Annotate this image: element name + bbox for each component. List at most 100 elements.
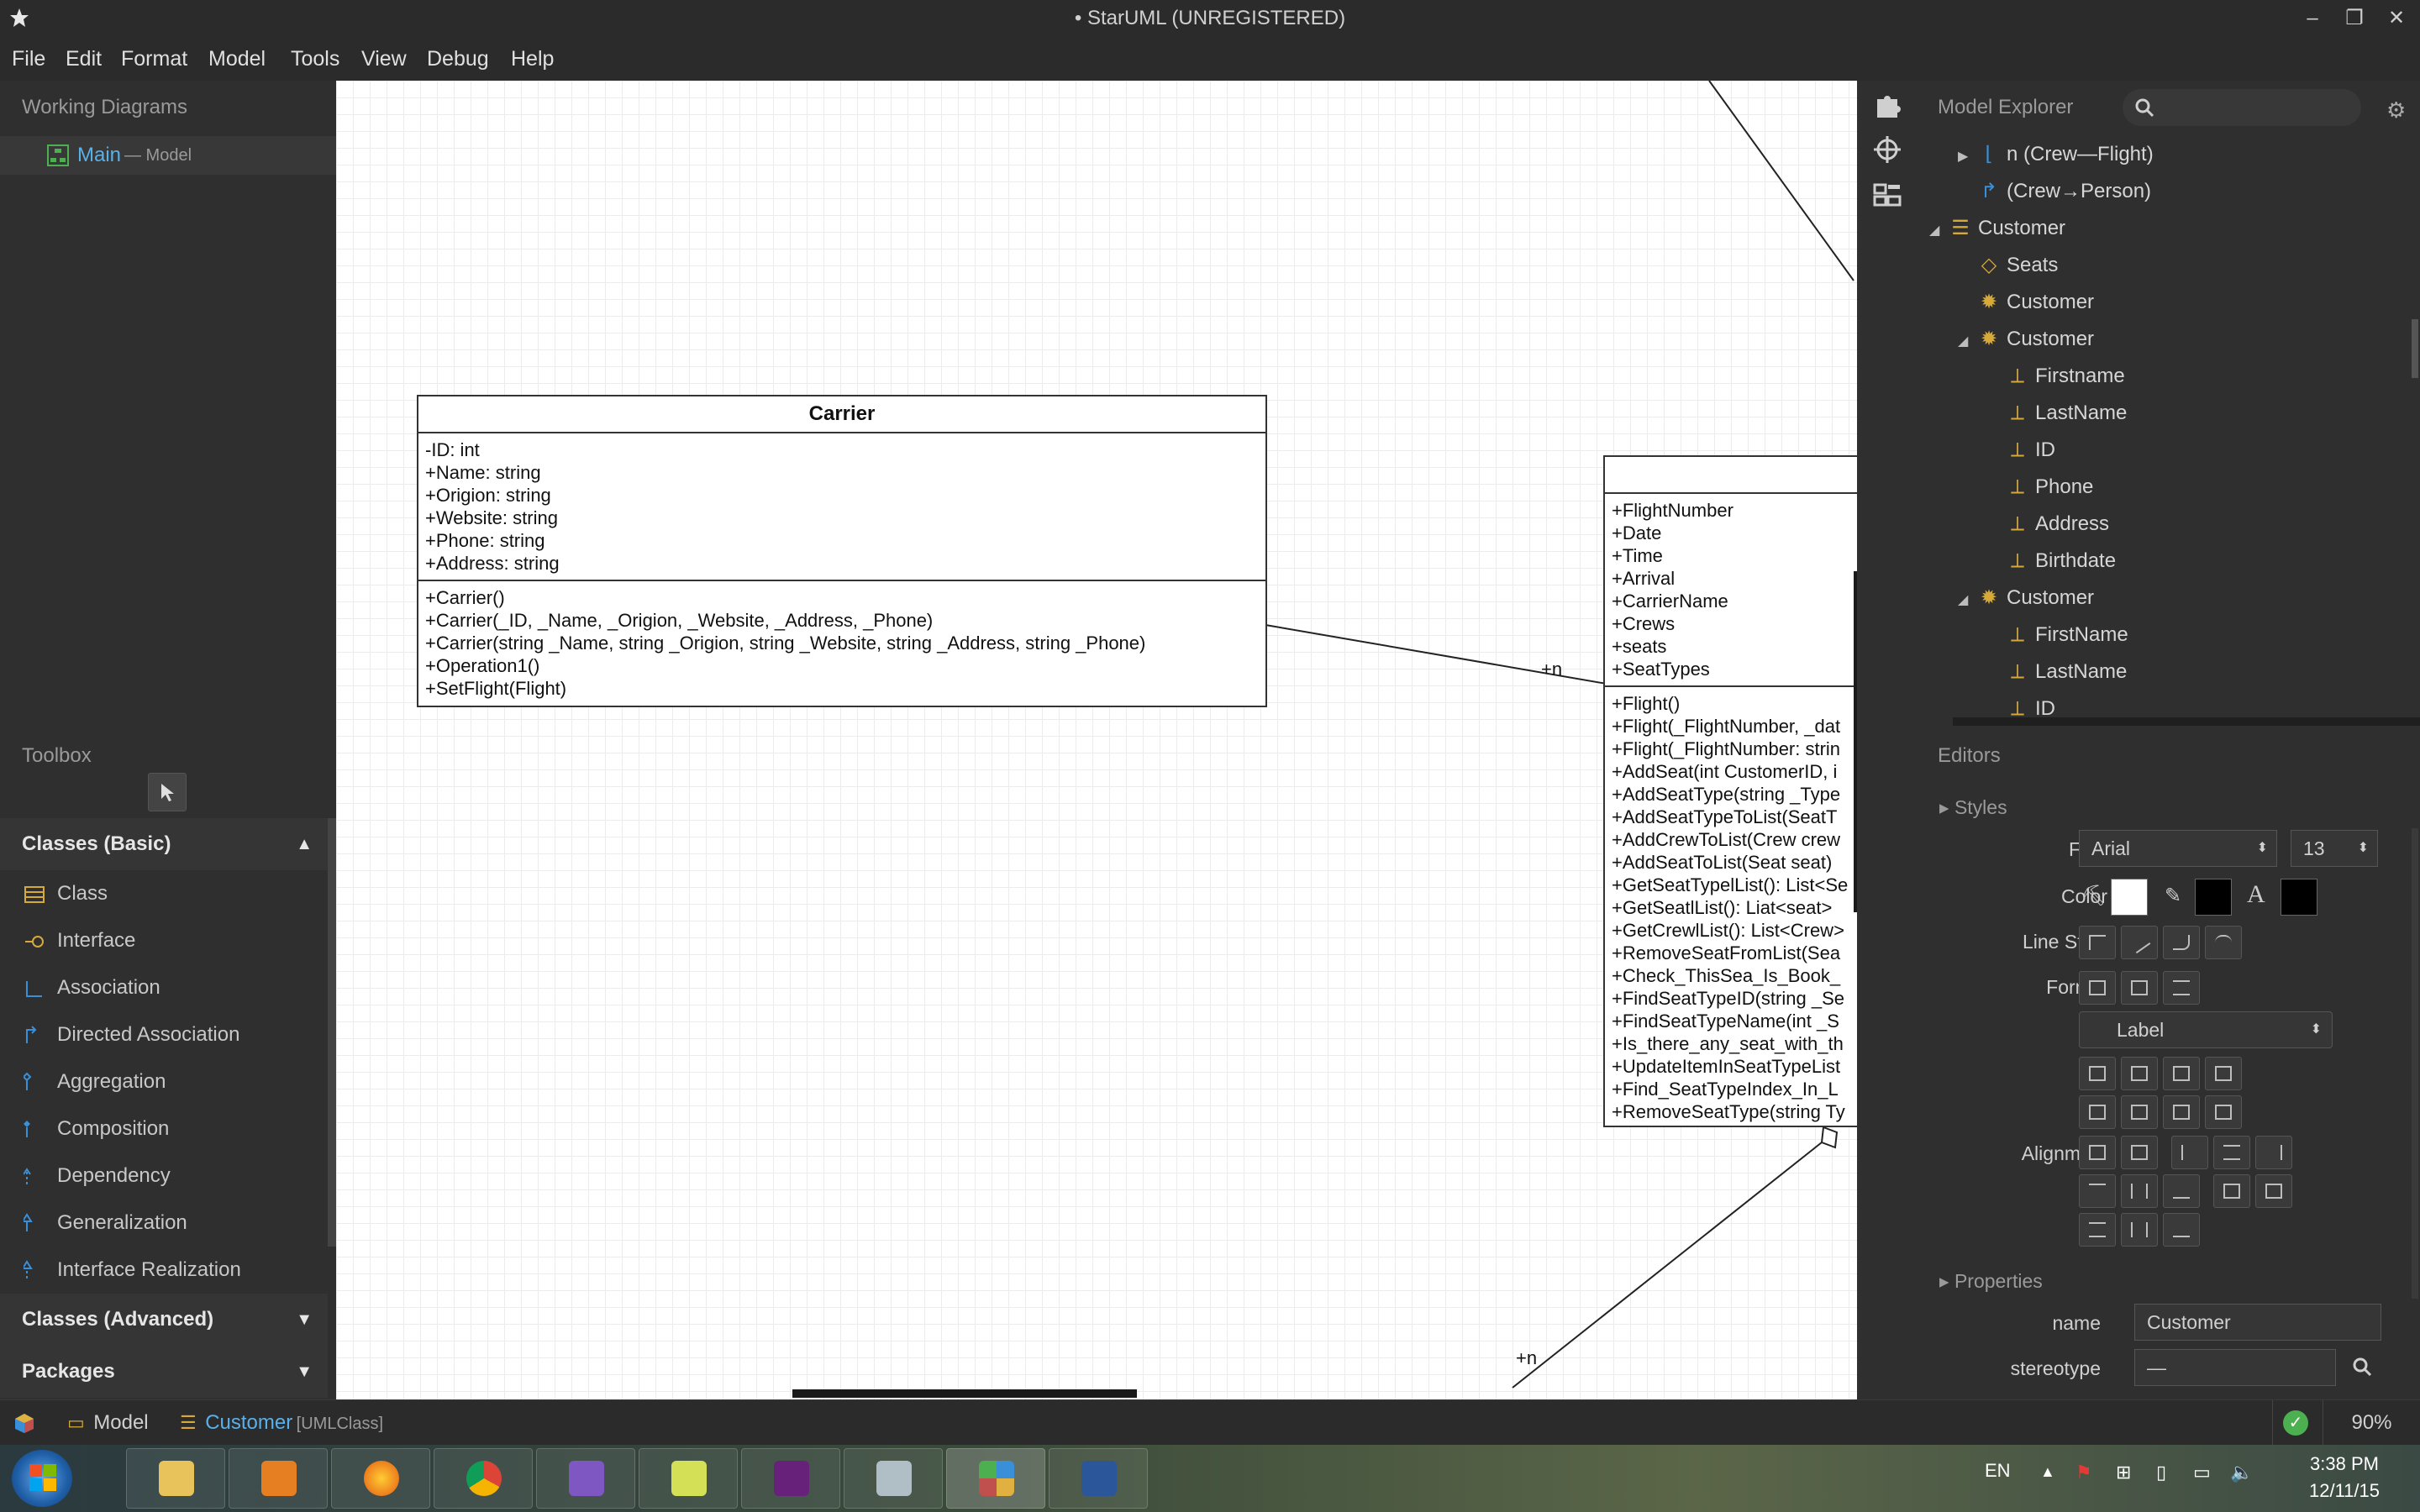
tree-item[interactable]: ⟂ FirstName — [2007, 617, 2128, 654]
taskbar-visual-studio[interactable] — [741, 1448, 840, 1509]
tool-generalization[interactable]: Generalization — [0, 1200, 328, 1247]
align-center-button[interactable] — [2213, 1136, 2250, 1169]
aggregation-line[interactable] — [1512, 1142, 1823, 1389]
tree-item[interactable]: ⟂ Address — [2007, 506, 2109, 543]
class-flight[interactable]: +FlightNumber +Date +Time +Arrival +Carr… — [1603, 455, 1857, 1127]
align-left-button[interactable] — [2171, 1136, 2208, 1169]
section-classes-advanced[interactable]: Classes (Advanced) ▼ — [0, 1294, 328, 1346]
tree-item[interactable]: ◢ ✹ Customer — [1958, 321, 2094, 358]
menu-view[interactable]: View — [361, 37, 407, 81]
explorer-scrollbar[interactable] — [2412, 319, 2418, 378]
font-color-swatch[interactable] — [2281, 879, 2317, 916]
align-bottom-button[interactable] — [2163, 1174, 2200, 1208]
canvas-horizontal-scrollbar[interactable] — [792, 1389, 1137, 1398]
format-shadow-button[interactable] — [2121, 971, 2158, 1005]
name-input[interactable]: Customer — [2134, 1304, 2381, 1341]
class-carrier[interactable]: Carrier -ID: int +Name: string +Origion:… — [417, 395, 1267, 707]
taskbar-tools[interactable] — [844, 1448, 943, 1509]
line-style-oblique-button[interactable] — [2121, 926, 2158, 959]
stereotype-input[interactable]: — — [2134, 1349, 2336, 1386]
taskbar-media-player[interactable] — [229, 1448, 328, 1509]
menu-file[interactable]: File — [12, 37, 45, 81]
explorer-horizontal-scrollbar[interactable] — [1953, 717, 2420, 726]
diagram-canvas[interactable]: +n +n Carrier -ID: int +Name: string +Or… — [336, 81, 1857, 1399]
tool-directed-association[interactable]: Directed Association — [0, 1011, 328, 1058]
clock-date[interactable]: 12/11/15 — [2286, 1480, 2403, 1502]
set-height-equally-button[interactable] — [2121, 1213, 2158, 1247]
send-to-back-button[interactable] — [2121, 1136, 2158, 1169]
tool-class[interactable]: Class — [0, 870, 328, 917]
format-auto-resize-button[interactable] — [2079, 971, 2116, 1005]
tree-item[interactable]: ⟂ ID — [2007, 432, 2055, 469]
font-size-select[interactable]: 13 ⬍ — [2291, 830, 2378, 867]
tree-item[interactable]: ⟂ LastName — [2007, 395, 2127, 432]
align-right-button[interactable] — [2255, 1136, 2292, 1169]
suppress-receptions-button[interactable] — [2163, 1057, 2200, 1090]
layout-grid-icon[interactable] — [1872, 180, 1902, 210]
select-tool-button[interactable] — [148, 773, 187, 811]
stereotype-display-select[interactable]: Label ⬍ — [2079, 1011, 2333, 1048]
menu-debug[interactable]: Debug — [427, 37, 489, 81]
show-operation-signature-button[interactable] — [2121, 1095, 2158, 1129]
suppress-literals-button[interactable] — [2205, 1057, 2242, 1090]
menu-format[interactable]: Format — [121, 37, 187, 81]
validation-status[interactable]: ✓ — [2272, 1400, 2314, 1446]
suppress-operations-button[interactable] — [2121, 1057, 2158, 1090]
menu-tools[interactable]: Tools — [291, 37, 339, 81]
suppress-attributes-button[interactable] — [2079, 1057, 2116, 1090]
clock-time[interactable]: 3:38 PM — [2286, 1453, 2403, 1475]
menu-edit[interactable]: Edit — [66, 37, 102, 81]
space-equally-horizontal-button[interactable] — [2213, 1174, 2250, 1208]
set-size-equally-button[interactable] — [2163, 1213, 2200, 1247]
search-icon[interactable] — [2351, 1356, 2373, 1382]
fill-color-swatch[interactable] — [2111, 879, 2148, 916]
menu-help[interactable]: Help — [511, 37, 554, 81]
battery-icon[interactable]: ▯ — [2156, 1462, 2166, 1483]
tree-item[interactable]: ↱ (Crew→Person) — [1978, 173, 2151, 210]
start-button[interactable] — [12, 1450, 72, 1507]
action-center-flag-icon[interactable]: ⚑ — [2075, 1462, 2092, 1483]
bring-to-front-button[interactable] — [2079, 1136, 2116, 1169]
tree-item[interactable]: ✹ Customer — [1978, 284, 2094, 321]
taskbar-firefox[interactable] — [331, 1448, 430, 1509]
taskbar-file-explorer[interactable] — [126, 1448, 225, 1509]
line-style-rectilinear-button[interactable] — [2079, 926, 2116, 959]
zoom-level[interactable]: 90% — [2323, 1400, 2420, 1446]
toolbox-scrollbar[interactable] — [328, 818, 336, 1247]
volume-icon[interactable]: 🔈 — [2230, 1462, 2253, 1483]
section-packages[interactable]: Packages ▼ — [0, 1346, 328, 1398]
show-visibility-button[interactable] — [2079, 1095, 2116, 1129]
taskbar-chrome[interactable] — [434, 1448, 533, 1509]
tree-item[interactable]: ◢ ☰ Customer — [1929, 210, 2065, 247]
tool-interface-realization[interactable]: Interface Realization — [0, 1247, 328, 1294]
tool-association[interactable]: Association — [0, 964, 328, 1011]
minimize-button[interactable]: – — [2296, 5, 2329, 32]
font-family-select[interactable]: Arial ⬍ — [2079, 830, 2277, 867]
taskbar-visual-studio-old[interactable] — [536, 1448, 635, 1509]
set-width-equally-button[interactable] — [2079, 1213, 2116, 1247]
editors-scrollbar[interactable] — [2412, 828, 2418, 1299]
show-namespace-button[interactable] — [2205, 1095, 2242, 1129]
section-classes-basic[interactable]: Classes (Basic) ▲ — [0, 818, 328, 870]
crosshair-icon[interactable] — [1872, 134, 1902, 165]
tree-item[interactable]: ◢ ✹ Customer — [1958, 580, 2094, 617]
tree-item[interactable]: ⟂ Phone — [2007, 469, 2093, 506]
taskbar-staruml[interactable] — [946, 1448, 1045, 1509]
language-indicator[interactable]: EN — [1985, 1460, 2011, 1482]
align-top-button[interactable] — [2079, 1174, 2116, 1208]
line-style-rounded-button[interactable] — [2163, 926, 2200, 959]
taskbar-word[interactable] — [1049, 1448, 1148, 1509]
windows-icon[interactable]: ⊞ — [2116, 1462, 2131, 1483]
line-style-curve-button[interactable] — [2205, 926, 2242, 959]
breadcrumb-model[interactable]: ▭ Model — [67, 1400, 149, 1446]
extensions-puzzle-icon[interactable] — [1872, 89, 1902, 119]
tree-item[interactable]: ◇ Seats — [1978, 247, 2059, 284]
space-equally-vertical-button[interactable] — [2255, 1174, 2292, 1208]
association-line-top[interactable] — [1708, 81, 1854, 281]
tool-dependency[interactable]: Dependency — [0, 1152, 328, 1200]
show-hidden-icons-icon[interactable]: ▲ — [2040, 1463, 2055, 1481]
working-diagram-item[interactable]: Main — Model — [0, 136, 336, 175]
gear-icon[interactable]: ⚙ — [2386, 97, 2406, 123]
tool-composition[interactable]: Composition — [0, 1105, 328, 1152]
align-middle-button[interactable] — [2121, 1174, 2158, 1208]
